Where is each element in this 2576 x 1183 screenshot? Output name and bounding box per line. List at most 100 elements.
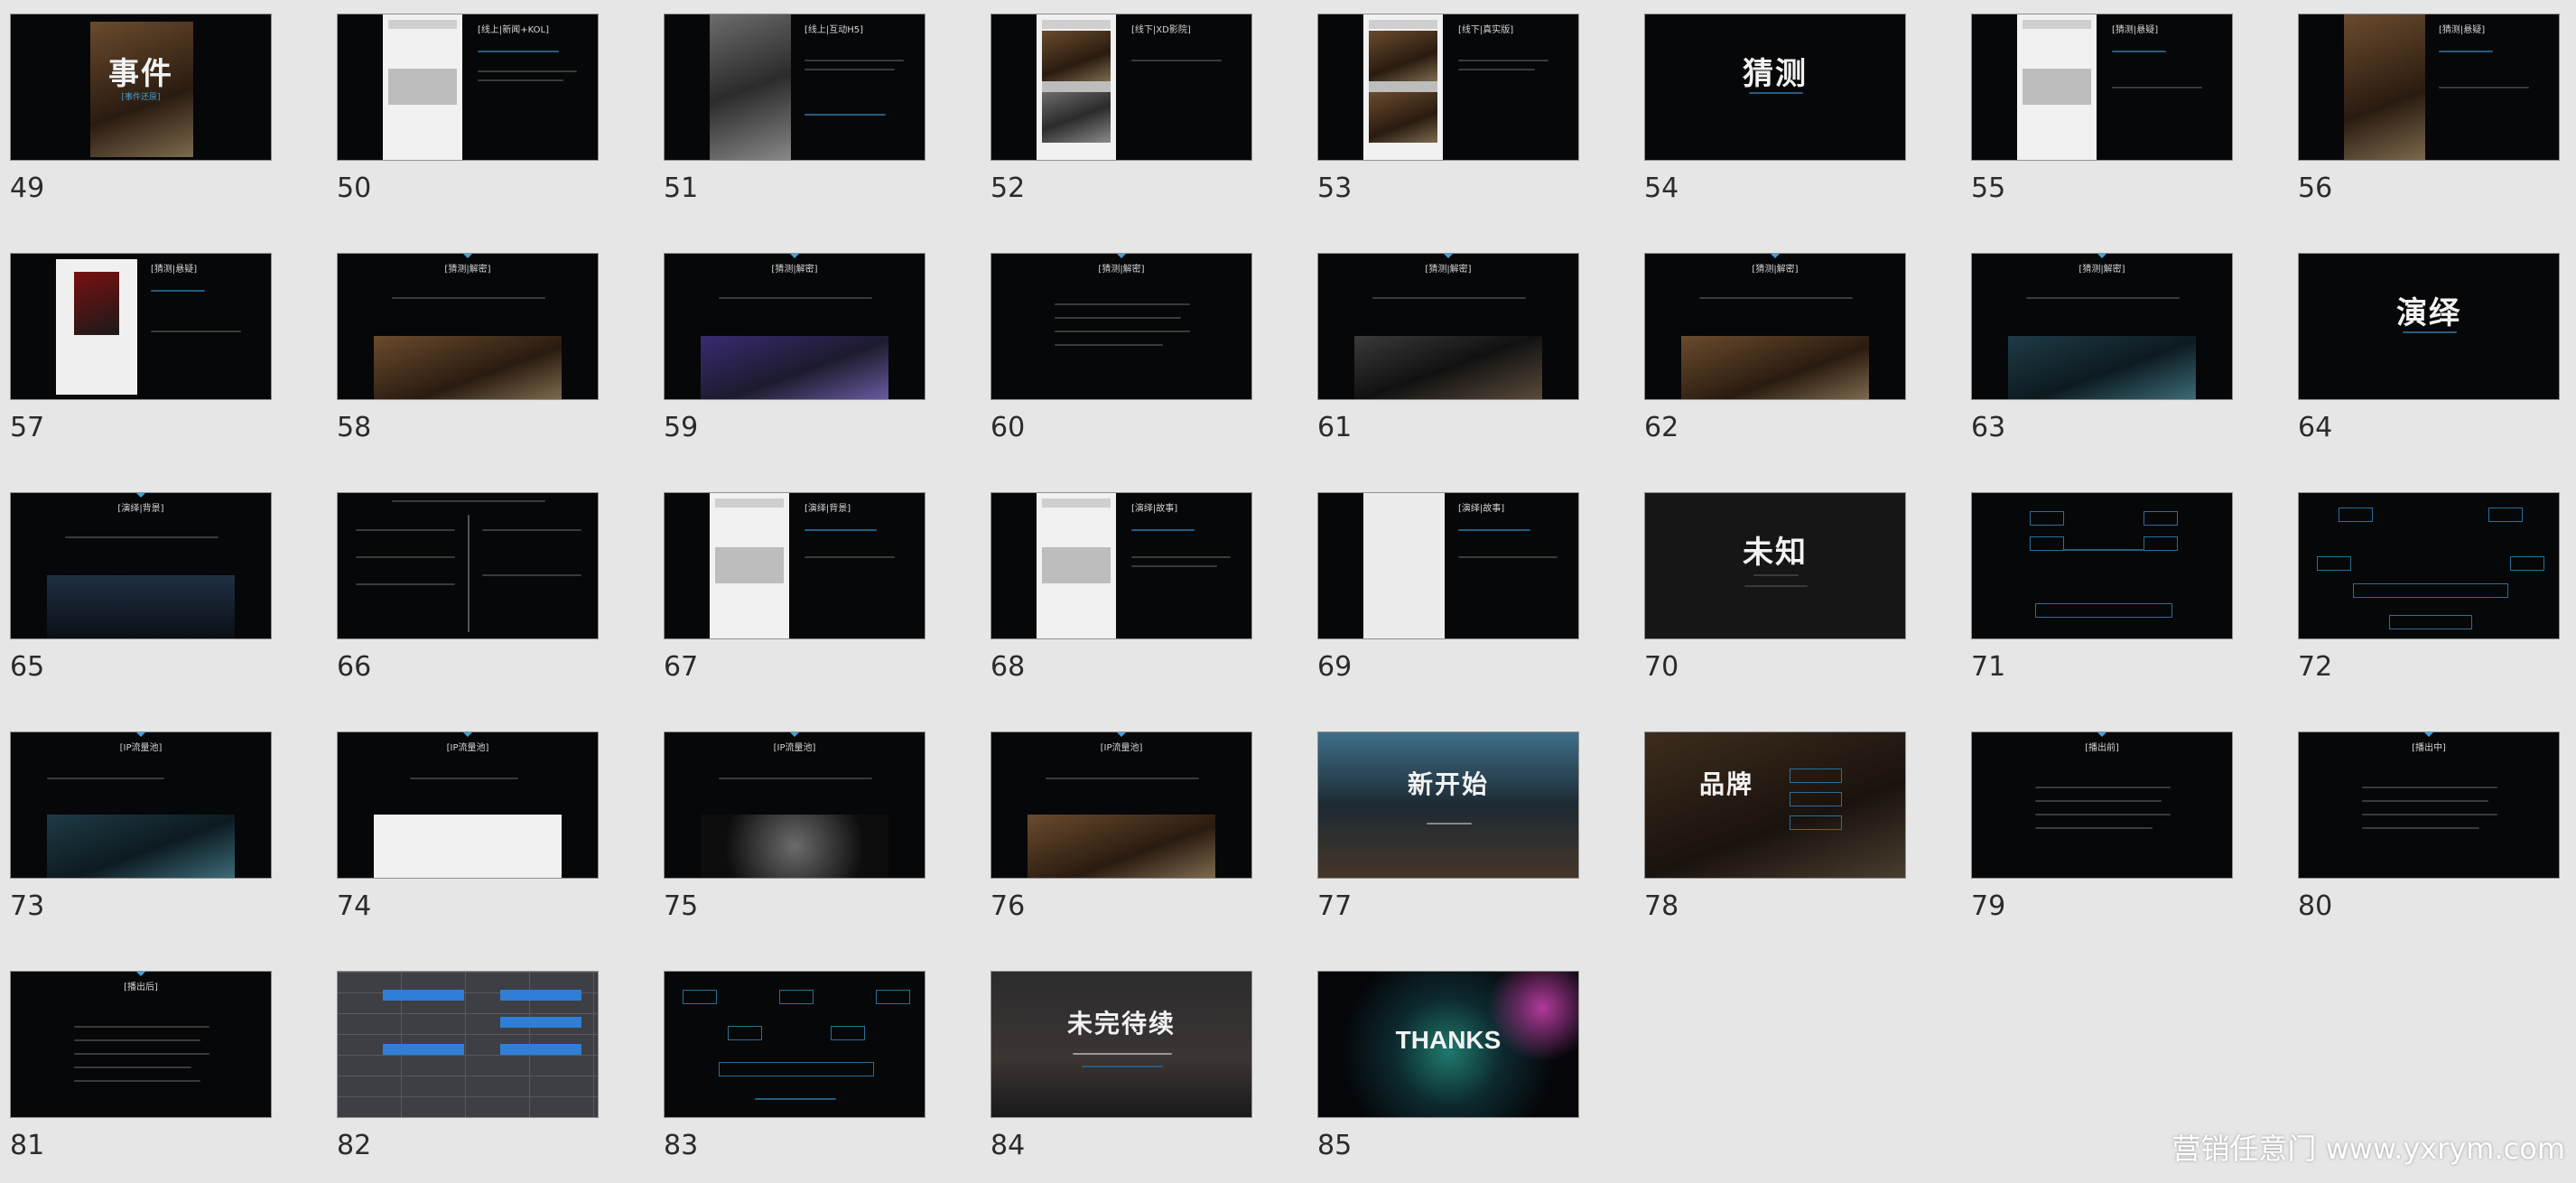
slide-64[interactable]: 演绎 64 — [2298, 253, 2560, 465]
slide-thumbnail[interactable]: THANKS — [1317, 971, 1579, 1118]
slide-71[interactable]: 71 — [1971, 492, 2233, 704]
slide-image — [1369, 31, 1437, 81]
slide-text-line — [719, 297, 872, 299]
slide-60[interactable]: [猜测|解密] 60 — [990, 253, 1252, 465]
slide-75[interactable]: [IP流量池] 75 — [664, 731, 925, 944]
slide-thumbnail[interactable]: [线下|XD影院] — [990, 14, 1252, 161]
diagram-box — [719, 1062, 874, 1076]
slide-53[interactable]: [线下|真实版] 53 — [1317, 14, 1579, 226]
slide-thumbnail[interactable]: 未完待续 — [990, 971, 1252, 1118]
slide-image — [383, 14, 462, 160]
diagram-box — [2353, 583, 2508, 598]
slide-thumbnail[interactable]: [猜测|解密] — [1971, 253, 2233, 400]
slide-thumbnail[interactable]: [线上|互动H5] — [664, 14, 925, 161]
slide-thumbnail[interactable] — [2298, 492, 2560, 639]
slide-thumbnail[interactable]: [演绎|背景] — [10, 492, 272, 639]
watermark: 营销任意门 www.yxrym.com — [2171, 1132, 2565, 1166]
slide-thumbnail[interactable]: 猜测 — [1644, 14, 1906, 161]
slide-thumbnail[interactable]: [猜测|解密] — [664, 253, 925, 400]
slide-thumbnail[interactable]: [猜测|解密] — [990, 253, 1252, 400]
slide-83[interactable]: 83 — [664, 971, 925, 1183]
slide-thumbnail[interactable] — [337, 971, 599, 1118]
slide-65[interactable]: [演绎|背景] 65 — [10, 492, 272, 704]
slide-thumbnail[interactable]: 未知 — [1644, 492, 1906, 639]
slide-thumbnail[interactable]: [演绎|故事] — [1317, 492, 1579, 639]
slide-thumbnail[interactable]: 品牌 — [1644, 731, 1906, 879]
slide-78[interactable]: 品牌 78 — [1644, 731, 1906, 944]
slide-thumbnail[interactable]: [IP流量池] — [990, 731, 1252, 879]
slide-number: 52 — [990, 172, 1026, 204]
slide-thumbnail[interactable]: [IP流量池] — [10, 731, 272, 879]
slide-68[interactable]: [演绎|故事] 68 — [990, 492, 1252, 704]
slide-thumbnail[interactable]: [IP流量池] — [664, 731, 925, 879]
slide-63[interactable]: [猜测|解密] 63 — [1971, 253, 2233, 465]
slide-text-line — [804, 60, 904, 61]
slide-thumbnail[interactable]: [猜测|悬疑] — [1971, 14, 2233, 161]
slide-thumbnail[interactable]: [猜测|解密] — [337, 253, 599, 400]
slide-thumbnail[interactable]: 演绎 — [2298, 253, 2560, 400]
slide-51[interactable]: [线上|互动H5] 51 — [664, 14, 925, 226]
slide-50[interactable]: [线上|新闻+KOL] 50 — [337, 14, 599, 226]
slide-thumbnail[interactable] — [1971, 492, 2233, 639]
slide-76[interactable]: [IP流量池] 76 — [990, 731, 1252, 944]
slide-66[interactable]: 66 — [337, 492, 599, 704]
slide-title: [IP流量池] — [446, 743, 489, 753]
slide-thumbnail[interactable]: [猜测|解密] — [1644, 253, 1906, 400]
slide-thumbnail[interactable]: [猜测|解密] — [1317, 253, 1579, 400]
slide-number: 62 — [1644, 412, 1679, 443]
slide-number: 65 — [10, 651, 45, 683]
slide-title: [猜测|悬疑] — [151, 265, 198, 275]
slide-thumbnail[interactable]: 新开始 — [1317, 731, 1579, 879]
diagram-box — [2389, 615, 2472, 629]
slide-thumbnail[interactable]: [IP流量池] — [337, 731, 599, 879]
slide-77[interactable]: 新开始 77 — [1317, 731, 1579, 944]
slide-thumbnail[interactable]: [播出中] — [2298, 731, 2560, 879]
slide-thumbnail[interactable]: 事件 [事件还原] — [10, 14, 272, 161]
slide-59[interactable]: [猜测|解密] 59 — [664, 253, 925, 465]
slide-thumbnail[interactable]: [线下|真实版] — [1317, 14, 1579, 161]
slide-thumbnail[interactable] — [337, 492, 599, 639]
slide-thumbnail[interactable]: [线上|新闻+KOL] — [337, 14, 599, 161]
slide-61[interactable]: [猜测|解密] 61 — [1317, 253, 1579, 465]
slide-81[interactable]: [播出后] 81 — [10, 971, 272, 1183]
slide-thumbnail[interactable] — [664, 971, 925, 1118]
slide-thumbnail[interactable]: [演绎|背景] — [664, 492, 925, 639]
slide-number: 61 — [1317, 412, 1353, 443]
slide-thumbnail[interactable]: [播出后] — [10, 971, 272, 1118]
diagram-box — [2339, 508, 2373, 522]
slide-56[interactable]: [猜测|悬疑] 56 — [2298, 14, 2560, 226]
slide-84[interactable]: 未完待续 84 — [990, 971, 1252, 1183]
slide-thumbnail[interactable]: [猜测|悬疑] — [10, 253, 272, 400]
slide-big-title: 演绎 — [2396, 295, 2461, 331]
diagram-box — [2144, 536, 2178, 551]
slide-text-line — [1082, 1066, 1163, 1067]
slide-number: 83 — [664, 1130, 699, 1161]
slide-number: 84 — [990, 1130, 1026, 1161]
slide-thumbnail[interactable]: [播出前] — [1971, 731, 2233, 879]
slide-73[interactable]: [IP流量池] 73 — [10, 731, 272, 944]
slide-62[interactable]: [猜测|解密] 62 — [1644, 253, 1906, 465]
slide-title: [猜测|解密] — [1752, 265, 1799, 275]
slide-58[interactable]: [猜测|解密] 58 — [337, 253, 599, 465]
slide-82[interactable]: 82 — [337, 971, 599, 1183]
slide-69[interactable]: [演绎|故事] 69 — [1317, 492, 1579, 704]
slide-72[interactable]: 72 — [2298, 492, 2560, 704]
slide-text-line — [1458, 556, 1558, 558]
slide-74[interactable]: [IP流量池] 74 — [337, 731, 599, 944]
slide-49[interactable]: 事件 [事件还原] 49 — [10, 14, 272, 226]
diagram-box — [876, 990, 910, 1004]
slide-79[interactable]: [播出前] 79 — [1971, 731, 2233, 944]
slide-80[interactable]: [播出中] 80 — [2298, 731, 2560, 944]
slide-thumbnail[interactable]: [演绎|故事] — [990, 492, 1252, 639]
slide-85[interactable]: THANKS 85 — [1317, 971, 1579, 1183]
slide-accent — [136, 732, 145, 737]
slide-55[interactable]: [猜测|悬疑] 55 — [1971, 14, 2233, 226]
slide-52[interactable]: [线下|XD影院] 52 — [990, 14, 1252, 226]
slide-67[interactable]: [演绎|背景] 67 — [664, 492, 925, 704]
slide-image — [1645, 732, 1905, 878]
slide-thumbnail[interactable]: [猜测|悬疑] — [2298, 14, 2560, 161]
slide-image — [374, 336, 562, 399]
slide-70[interactable]: 未知 70 — [1644, 492, 1906, 704]
slide-54[interactable]: 猜测 54 — [1644, 14, 1906, 226]
slide-57[interactable]: [猜测|悬疑] 57 — [10, 253, 272, 465]
